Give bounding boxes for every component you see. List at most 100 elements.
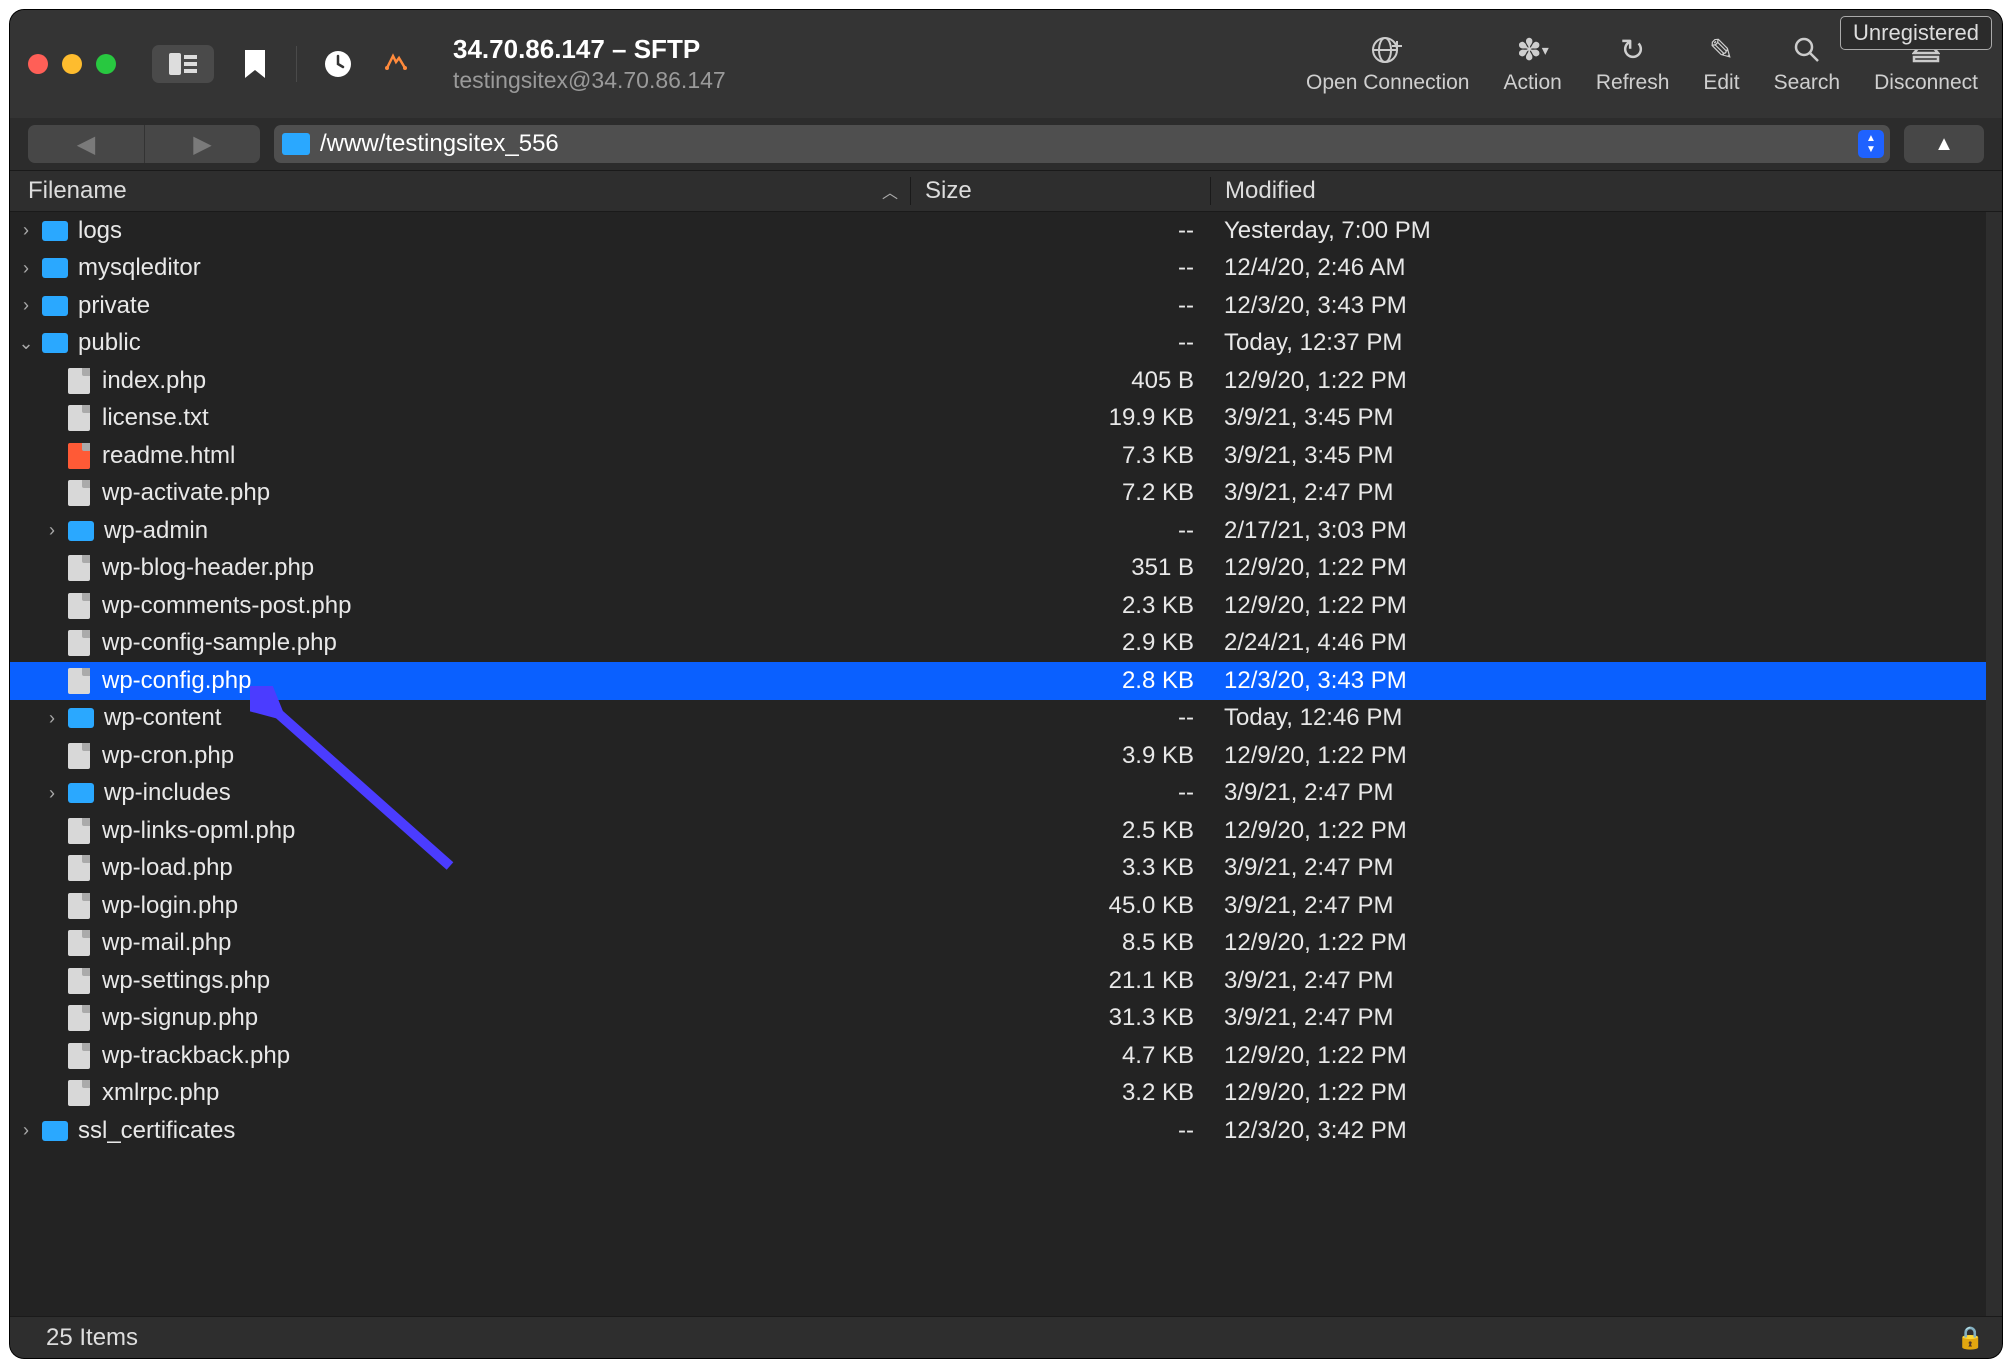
search-button[interactable]: Search [1774,33,1841,95]
status-text: 25 Items [46,1324,138,1352]
column-modified[interactable]: Modified [1210,177,2002,205]
disclosure-triangle-icon[interactable]: › [16,258,36,279]
file-modified: 12/9/20, 1:22 PM [1210,929,1986,957]
column-headers: Filename ︿ Size Modified [10,170,2002,212]
file-size: -- [910,254,1210,282]
file-list[interactable]: ›logs--Yesterday, 7:00 PM›mysqleditor--1… [10,212,2002,1316]
file-size: 2.5 KB [910,817,1210,845]
file-row[interactable]: wp-blog-header.php351 B12/9/20, 1:22 PM [10,550,1986,588]
column-filename[interactable]: Filename ︿ [10,177,910,205]
file-row[interactable]: wp-settings.php21.1 KB3/9/21, 2:47 PM [10,962,1986,1000]
transfer-icon[interactable] [379,47,413,81]
nav-forward-button[interactable]: ▶ [144,125,260,163]
file-row[interactable]: wp-cron.php3.9 KB12/9/20, 1:22 PM [10,737,1986,775]
path-stepper-icon[interactable]: ▲▼ [1858,130,1884,158]
file-name: ssl_certificates [78,1117,235,1145]
file-name: mysqleditor [78,254,201,282]
file-row[interactable]: wp-trackback.php4.7 KB12/9/20, 1:22 PM [10,1037,1986,1075]
file-modified: 12/9/20, 1:22 PM [1210,1079,1986,1107]
file-row[interactable]: index.php405 B12/9/20, 1:22 PM [10,362,1986,400]
file-name-cell: wp-cron.php [10,742,910,770]
file-row[interactable]: wp-load.php3.3 KB3/9/21, 2:47 PM [10,850,1986,888]
file-icon [68,630,90,656]
unregistered-badge[interactable]: Unregistered [1840,16,1992,50]
disclosure-triangle-icon[interactable]: › [42,520,62,541]
file-modified: 12/3/20, 3:42 PM [1210,1117,1986,1145]
file-size: 405 B [910,367,1210,395]
file-name: public [78,329,141,357]
file-row[interactable]: wp-config-sample.php2.9 KB2/24/21, 4:46 … [10,625,1986,663]
file-modified: 12/3/20, 3:43 PM [1210,667,1986,695]
disclosure-triangle-icon[interactable]: › [16,220,36,241]
file-row[interactable]: xmlrpc.php3.2 KB12/9/20, 1:22 PM [10,1075,1986,1113]
refresh-label: Refresh [1596,71,1670,95]
file-name-cell: xmlrpc.php [10,1079,910,1107]
pencil-icon: ✎ [1709,33,1734,67]
bookmarks-icon[interactable] [238,47,272,81]
file-row[interactable]: readme.html7.3 KB3/9/21, 3:45 PM [10,437,1986,475]
path-text: /www/testingsitex_556 [320,130,559,158]
refresh-button[interactable]: ↻ Refresh [1596,33,1670,95]
close-icon[interactable] [28,54,48,74]
view-mode-button[interactable] [152,45,214,83]
zoom-icon[interactable] [96,54,116,74]
file-row[interactable]: ›wp-content--Today, 12:46 PM [10,700,1986,738]
file-icon [68,480,90,506]
file-name-cell: wp-comments-post.php [10,592,910,620]
disclosure-triangle-icon[interactable]: ⌄ [16,333,36,354]
disclosure-triangle-icon[interactable]: › [16,1120,36,1141]
column-size[interactable]: Size [910,177,1210,205]
file-size: 351 B [910,554,1210,582]
file-name-cell: ›private [10,292,910,320]
file-row[interactable]: license.txt19.9 KB3/9/21, 3:45 PM [10,400,1986,438]
disclosure-triangle-icon[interactable]: › [42,708,62,729]
edit-button[interactable]: ✎ Edit [1703,33,1739,95]
action-button[interactable]: ✽▾ Action [1503,33,1561,95]
file-row[interactable]: wp-comments-post.php2.3 KB12/9/20, 1:22 … [10,587,1986,625]
path-combobox[interactable]: /www/testingsitex_556 ▲▼ [274,125,1890,163]
file-modified: 3/9/21, 2:47 PM [1210,779,1986,807]
file-row[interactable]: wp-mail.php8.5 KB12/9/20, 1:22 PM [10,925,1986,963]
folder-icon [282,133,310,155]
open-connection-button[interactable]: Open Connection [1306,33,1469,95]
file-name: wp-signup.php [102,1004,258,1032]
file-name-cell: › wp-content [10,704,910,732]
history-icon[interactable] [321,47,355,81]
file-size: -- [910,292,1210,320]
file-row[interactable]: ›logs--Yesterday, 7:00 PM [10,212,1986,250]
disclosure-triangle-icon[interactable]: › [42,783,62,804]
file-name-cell: license.txt [10,404,910,432]
file-row[interactable]: wp-login.php45.0 KB3/9/21, 2:47 PM [10,887,1986,925]
nav-back-button[interactable]: ◀ [28,125,144,163]
file-row[interactable]: ›private--12/3/20, 3:43 PM [10,287,1986,325]
file-row[interactable]: wp-signup.php31.3 KB3/9/21, 2:47 PM [10,1000,1986,1038]
sort-ascending-icon: ︿ [882,179,898,203]
up-directory-button[interactable]: ▲ [1904,125,1984,163]
file-modified: 12/4/20, 2:46 AM [1210,254,1986,282]
file-size: 2.3 KB [910,592,1210,620]
file-row[interactable]: ›wp-includes--3/9/21, 2:47 PM [10,775,1986,813]
file-name-cell: wp-config-sample.php [10,629,910,657]
file-size: 7.2 KB [910,479,1210,507]
file-row[interactable]: ›wp-admin--2/17/21, 3:03 PM [10,512,1986,550]
file-row[interactable]: › mysqleditor --12/4/20, 2:46 AM [10,250,1986,288]
column-modified-label: Modified [1225,177,1316,204]
file-name-cell: index.php [10,367,910,395]
file-icon [68,405,90,431]
file-name: wp-config-sample.php [102,629,337,657]
window-title: 34.70.86.147 – SFTP [453,34,726,65]
file-row[interactable]: ⌄public--Today, 12:37 PM [10,325,1986,363]
file-row[interactable]: wp-activate.php7.2 KB3/9/21, 2:47 PM [10,475,1986,513]
file-name: wp-content [104,704,221,732]
edit-label: Edit [1703,71,1739,95]
disclosure-triangle-icon[interactable]: › [16,295,36,316]
file-name: wp-blog-header.php [102,554,314,582]
file-modified: 12/9/20, 1:22 PM [1210,1042,1986,1070]
file-row[interactable]: ›ssl_certificates--12/3/20, 3:42 PM [10,1112,1986,1150]
file-row[interactable]: wp-links-opml.php2.5 KB12/9/20, 1:22 PM [10,812,1986,850]
minimize-icon[interactable] [62,54,82,74]
file-row[interactable]: wp-config.php2.8 KB12/3/20, 3:43 PM [10,662,1986,700]
file-name: wp-cron.php [102,742,234,770]
folder-icon [68,708,94,728]
file-name-cell: wp-mail.php [10,929,910,957]
